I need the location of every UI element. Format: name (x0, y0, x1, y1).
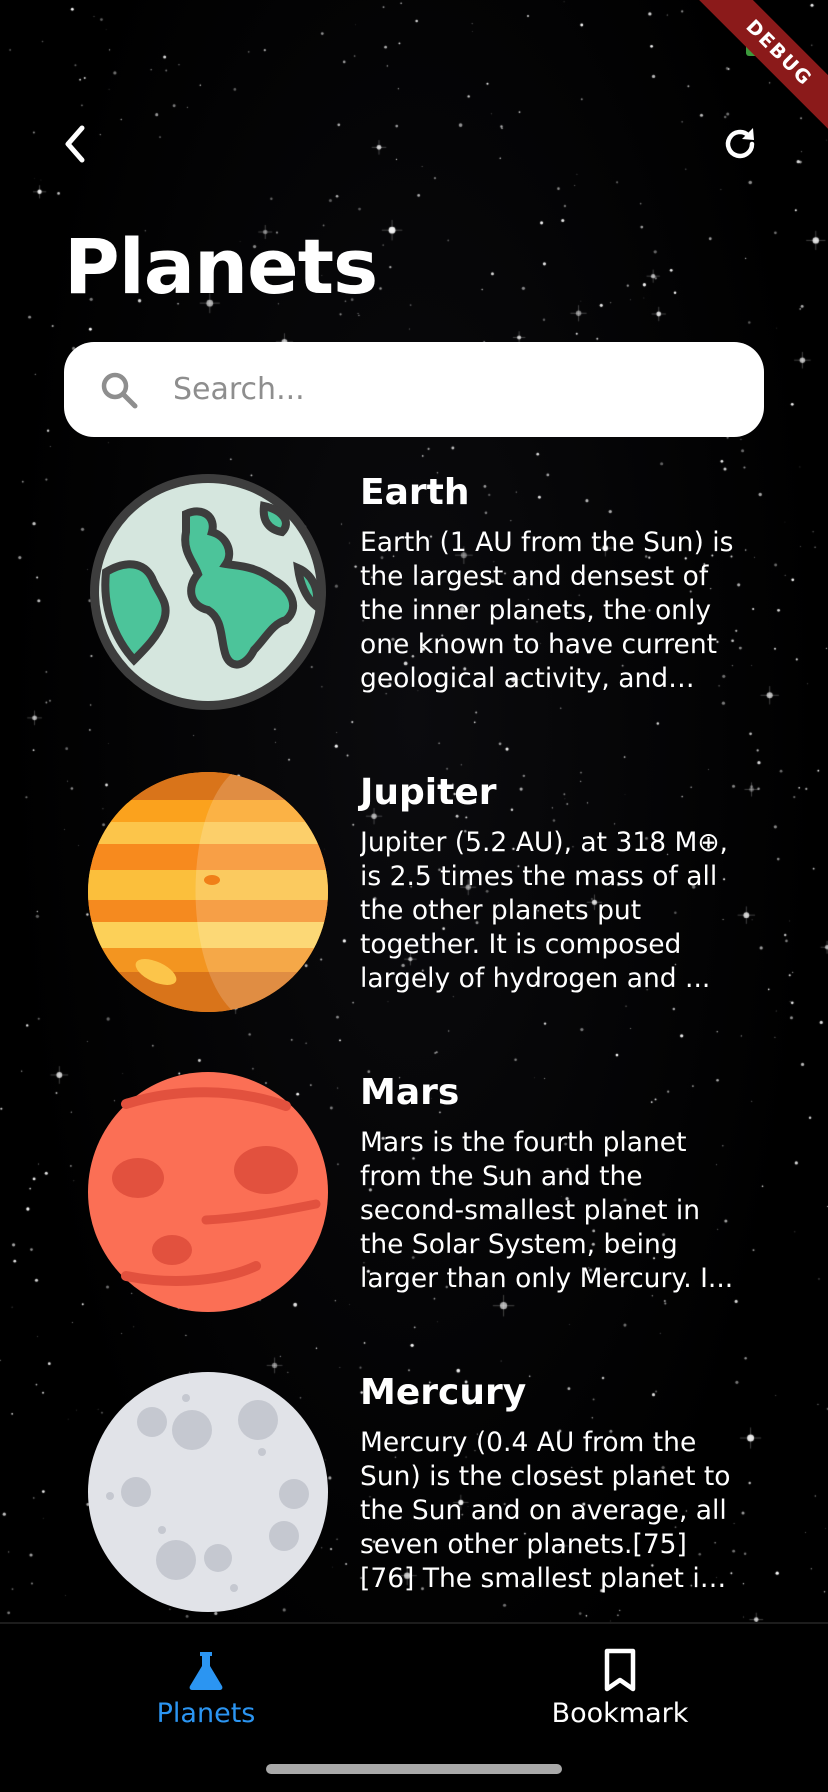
planet-name: Mercury (360, 1372, 527, 1413)
planet-item-jupiter[interactable]: Jupiter Jupiter (5.2 AU), at 318 M⊕, is … (0, 762, 828, 1022)
planet-description: Mercury (0.4 AU from the Sun) is the clo… (360, 1427, 731, 1594)
planet-description: Earth (1 AU from the Sun) is the largest… (360, 527, 734, 694)
nav-item-planets[interactable]: Planets (96, 1648, 316, 1748)
page-title: Planets (64, 222, 378, 311)
search-input[interactable] (171, 371, 735, 408)
planet-name: Mars (360, 1072, 460, 1113)
mars-icon (88, 1072, 328, 1312)
home-indicator (266, 1764, 562, 1774)
chevron-left-icon (65, 125, 85, 163)
refresh-icon (725, 128, 755, 159)
refresh-button[interactable] (710, 114, 770, 174)
planets-screen: DEBUG Planets Earth (0, 0, 828, 1792)
back-button[interactable] (46, 114, 106, 174)
earth-icon (90, 474, 326, 710)
jupiter-icon (88, 772, 328, 1012)
flask-icon (189, 1652, 223, 1690)
bookmark-icon (604, 1648, 636, 1692)
planet-name: Jupiter (360, 772, 497, 813)
nav-label: Planets (156, 1698, 256, 1729)
planet-description: Mars is the fourth planet from the Sun a… (360, 1127, 734, 1294)
planet-description: Jupiter (5.2 AU), at 318 M⊕, is 2.5 time… (360, 827, 728, 994)
mercury-icon (88, 1372, 328, 1612)
search-icon (101, 372, 138, 408)
nav-label: Bookmark (551, 1698, 689, 1729)
planet-item-mercury[interactable]: Mercury Mercury (0.4 AU from the Sun) is… (0, 1362, 828, 1622)
nav-item-bookmark[interactable]: Bookmark (510, 1648, 730, 1748)
planet-name: Earth (360, 472, 470, 513)
planet-item-earth[interactable]: Earth Earth (1 AU from the Sun) is the l… (0, 462, 828, 722)
planet-item-mars[interactable]: Mars Mars is the fourth planet from the … (0, 1062, 828, 1322)
search-bar[interactable] (64, 342, 764, 437)
